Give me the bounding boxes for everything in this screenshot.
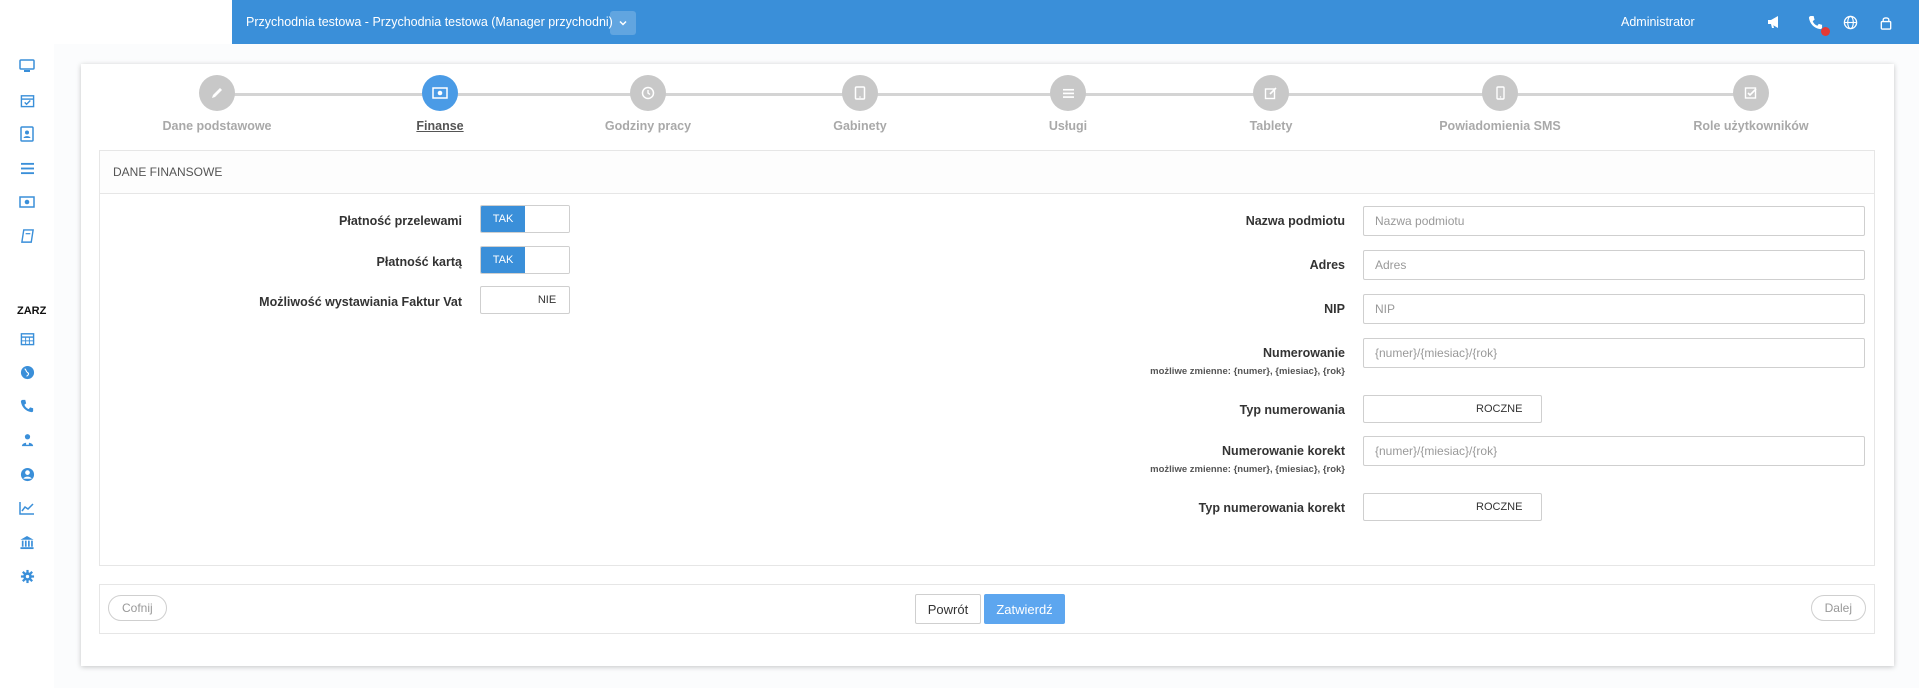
- contact-card-icon[interactable]: [18, 125, 36, 143]
- step-tablety[interactable]: Tablety: [1171, 75, 1371, 133]
- step-label: Finanse: [416, 119, 464, 133]
- calendar-icon[interactable]: [18, 329, 36, 347]
- bank-icon[interactable]: [18, 533, 36, 551]
- monitor-icon[interactable]: [18, 57, 36, 75]
- numbering-input[interactable]: [1363, 338, 1865, 368]
- transfer-payment-toggle[interactable]: TAK: [480, 205, 570, 233]
- globe-icon[interactable]: [18, 363, 36, 381]
- nip-label: NIP: [1324, 302, 1345, 316]
- clinic-title: Przychodnia testowa - Przychodnia testow…: [246, 15, 613, 29]
- step-uslugi[interactable]: Usługi: [968, 75, 1168, 133]
- money-icon: [422, 75, 458, 111]
- correction-numbering-type-select[interactable]: ROCZNE: [1363, 493, 1542, 521]
- pencil-icon: [199, 75, 235, 111]
- vat-invoices-label: Możliwość wystawiania Faktur Vat: [259, 295, 462, 309]
- step-powiadomienia-sms[interactable]: Powiadomienia SMS: [1400, 75, 1600, 133]
- list-icon: [1050, 75, 1086, 111]
- toggle-on-label: TAK: [481, 247, 525, 273]
- entity-name-input[interactable]: [1363, 206, 1865, 236]
- select-value: ROCZNE: [1476, 501, 1523, 513]
- user-group-icon[interactable]: [18, 431, 36, 449]
- phone-icon[interactable]: [18, 397, 36, 415]
- toggle-off-label: NIE: [537, 294, 557, 306]
- numbering-type-select[interactable]: ROCZNE: [1363, 395, 1542, 423]
- step-godziny-pracy[interactable]: Godziny pracy: [548, 75, 748, 133]
- money-icon[interactable]: [18, 193, 36, 211]
- address-input[interactable]: [1363, 250, 1865, 280]
- user-name[interactable]: Administrator: [1621, 15, 1695, 29]
- numbering-hint: możliwe zmienne: {numer}, {miesiac}, {ro…: [1150, 366, 1345, 377]
- step-label: Powiadomienia SMS: [1439, 119, 1561, 133]
- step-label: Dane podstawowe: [162, 119, 272, 133]
- mobile-icon: [1482, 75, 1518, 111]
- vat-invoices-toggle[interactable]: NIE: [480, 286, 570, 314]
- chevron-down-icon: [619, 20, 627, 26]
- card-payment-label: Płatność kartą: [376, 255, 462, 269]
- transfer-payment-label: Płatność przelewami: [339, 214, 462, 228]
- toggle-on-label: TAK: [481, 206, 525, 232]
- step-label: Tablety: [1249, 119, 1293, 133]
- edit-icon: [1253, 75, 1289, 111]
- select-value: ROCZNE: [1476, 403, 1523, 415]
- prev-step-button[interactable]: Cofnij: [108, 595, 167, 621]
- step-gabinety[interactable]: Gabinety: [760, 75, 960, 133]
- nip-input[interactable]: [1363, 294, 1865, 324]
- gear-icon[interactable]: [18, 567, 36, 585]
- user-circle-icon[interactable]: [18, 465, 36, 483]
- globe-icon[interactable]: [1841, 13, 1859, 31]
- sidebar-section-label: ZARZ: [17, 305, 47, 317]
- entity-name-label: Nazwa podmiotu: [1245, 214, 1345, 228]
- clock-icon: [630, 75, 666, 111]
- correction-numbering-input[interactable]: [1363, 436, 1865, 466]
- step-dane-podstawowe[interactable]: Dane podstawowe: [117, 75, 317, 133]
- address-label: Adres: [1309, 258, 1345, 272]
- step-role-uzytkownikow[interactable]: Role użytkowników: [1651, 75, 1851, 133]
- chart-line-icon[interactable]: [18, 499, 36, 517]
- confirm-button[interactable]: Zatwierdź: [984, 594, 1065, 624]
- panel-title: DANE FINANSOWE: [100, 151, 1874, 194]
- top-bar: Przychodnia testowa - Przychodnia testow…: [0, 0, 1919, 44]
- list-icon[interactable]: [18, 159, 36, 177]
- clinic-dropdown-button[interactable]: [610, 11, 636, 35]
- step-label: Gabinety: [833, 119, 887, 133]
- numbering-label: Numerowanie: [1263, 346, 1345, 360]
- megaphone-icon[interactable]: [1765, 13, 1783, 31]
- logo-area: [0, 0, 232, 44]
- lock-icon[interactable]: [1877, 13, 1895, 31]
- back-button[interactable]: Powrót: [915, 594, 981, 624]
- book-icon[interactable]: [18, 227, 36, 245]
- checkbox-icon: [1733, 75, 1769, 111]
- correction-numbering-type-label: Typ numerowania korekt: [1198, 501, 1345, 515]
- tablet-icon: [842, 75, 878, 111]
- sidebar: ZARZ: [0, 44, 54, 688]
- step-label: Usługi: [1048, 119, 1088, 133]
- correction-numbering-hint: możliwe zmienne: {numer}, {miesiac}, {ro…: [1150, 464, 1345, 475]
- calendar-check-icon[interactable]: [18, 91, 36, 109]
- card-payment-toggle[interactable]: TAK: [480, 246, 570, 274]
- numbering-type-label: Typ numerowania: [1239, 403, 1345, 417]
- step-label: Role użytkowników: [1693, 119, 1809, 133]
- wizard-footer: Cofnij Powrót Zatwierdź Dalej: [99, 584, 1875, 634]
- step-finanse[interactable]: Finanse: [340, 75, 540, 133]
- correction-numbering-label: Numerowanie korekt: [1222, 444, 1345, 458]
- step-label: Godziny pracy: [604, 119, 692, 133]
- notification-dot: [1821, 27, 1830, 36]
- next-step-button[interactable]: Dalej: [1810, 595, 1866, 621]
